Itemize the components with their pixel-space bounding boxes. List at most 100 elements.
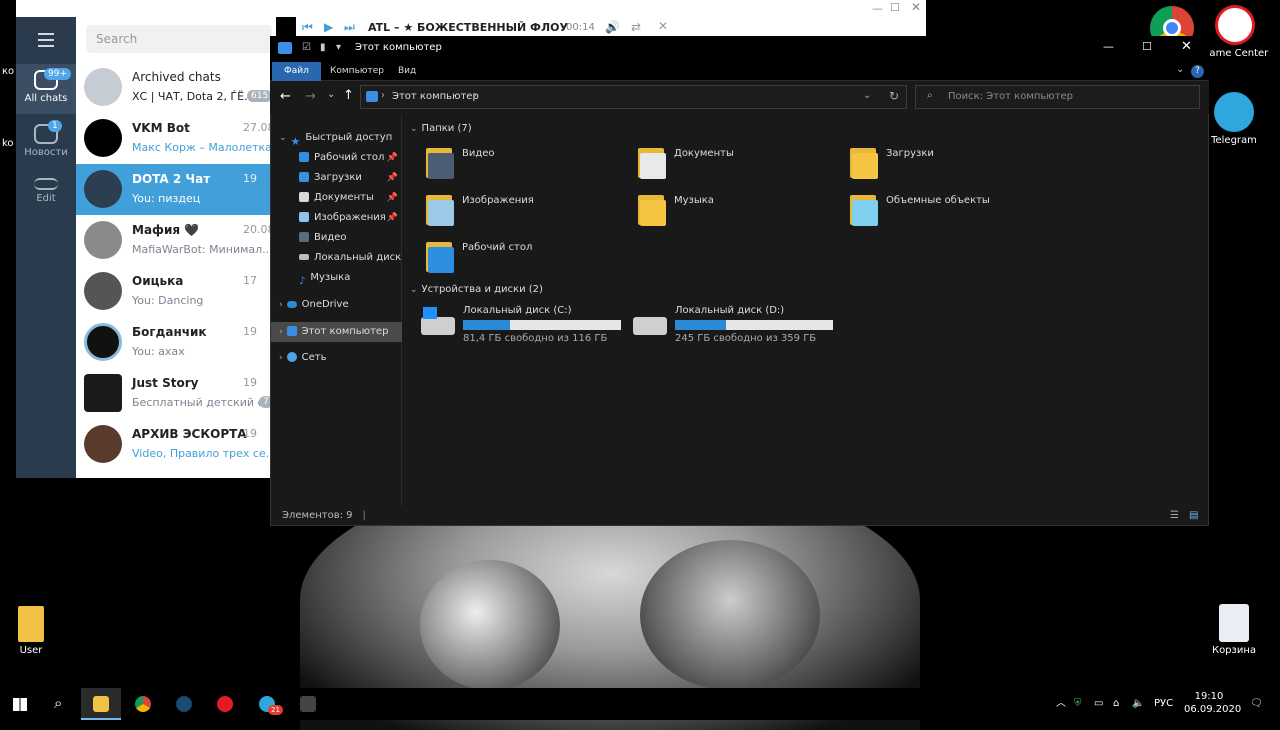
folders-group-header[interactable]: ⌄ Папки (7) bbox=[410, 123, 472, 134]
notifications-icon[interactable]: 🗨 bbox=[1250, 688, 1263, 720]
chat-item[interactable]: АРХИВ ЭСКОРТА Video, Правило трех се... … bbox=[76, 419, 276, 470]
folder-item-3d-objects[interactable]: Объемные объекты bbox=[848, 192, 1058, 236]
user-desktop-icon[interactable]: User bbox=[0, 606, 67, 656]
chat-preview: ХС | ЧАТ, Dota 2, ЃЁ... bbox=[132, 90, 255, 103]
taskbar-world-of-tanks[interactable] bbox=[288, 688, 328, 720]
clock[interactable]: 19:10 06.09.2020 bbox=[1184, 690, 1241, 716]
nav-documents[interactable]: Документы 📌 bbox=[271, 188, 402, 208]
maximize-icon[interactable]: ☐ bbox=[890, 1, 900, 14]
language-indicator[interactable]: РУС bbox=[1154, 688, 1173, 720]
breadcrumb-separator-icon[interactable]: › bbox=[473, 90, 477, 101]
close-icon[interactable]: ✕ bbox=[1181, 39, 1192, 54]
chat-item[interactable]: Just Story Бесплатный детский с... 19 7 bbox=[76, 368, 276, 419]
nav-desktop[interactable]: Рабочий стол 📌 bbox=[271, 148, 402, 168]
properties-icon[interactable]: ☑ bbox=[302, 42, 311, 53]
battery-icon[interactable]: ▭ bbox=[1094, 688, 1103, 720]
nav-local-disk-d[interactable]: Локальный диск (D bbox=[271, 248, 402, 268]
volume-icon[interactable]: 🔊 bbox=[605, 20, 620, 34]
close-player-icon[interactable]: ✕ bbox=[658, 19, 668, 33]
folder-item-videos[interactable]: Видео bbox=[424, 145, 634, 189]
chat-item[interactable]: VKM Bot Макс Корж – Малолетка 27.08 bbox=[76, 113, 276, 164]
pin-icon[interactable]: 📌 bbox=[387, 148, 398, 168]
nav-videos[interactable]: Видео bbox=[271, 228, 402, 248]
chat-item[interactable]: Богданчик You: ахах 19 bbox=[76, 317, 276, 368]
search-button[interactable]: ⌕ bbox=[40, 688, 80, 720]
taskbar-chrome[interactable] bbox=[123, 688, 163, 720]
clock-time: 19:10 bbox=[1194, 691, 1224, 702]
sidebar-item-all-chats[interactable]: 99+ All chats bbox=[16, 64, 76, 114]
security-shield-icon[interactable]: ⛨ bbox=[1074, 688, 1082, 720]
nav-quick-access[interactable]: ⌄ ★ Быстрый доступ bbox=[271, 128, 402, 148]
up-arrow-icon[interactable]: ↑ bbox=[343, 88, 354, 103]
minimize-icon[interactable]: — bbox=[872, 2, 883, 15]
taskbar-telegram[interactable]: 21 bbox=[247, 688, 287, 720]
drive-item-d[interactable]: Локальный диск (D:) 245 ГБ свободно из 3… bbox=[633, 303, 833, 347]
explorer-title-bar[interactable]: ☑ ▮ ▾ Этот компьютер — ☐ ✕ bbox=[270, 36, 1209, 62]
explorer-search-input[interactable]: ⌕ Поиск: Этот компьютер bbox=[915, 85, 1200, 109]
details-view-icon[interactable]: ☰ bbox=[1170, 506, 1179, 525]
quick-access-dropdown-icon[interactable]: ▾ bbox=[336, 42, 341, 53]
play-icon[interactable]: ▶ bbox=[324, 20, 333, 34]
pin-icon[interactable]: 📌 bbox=[387, 168, 398, 188]
start-button[interactable] bbox=[0, 688, 40, 720]
tab-computer[interactable]: Компьютер bbox=[318, 62, 396, 81]
close-icon[interactable]: ✕ bbox=[911, 0, 921, 14]
volume-icon[interactable]: 🔈 bbox=[1132, 688, 1144, 720]
picture-icon bbox=[299, 212, 309, 222]
network-icon[interactable]: ⌂ bbox=[1113, 688, 1119, 720]
devices-group-header[interactable]: ⌄ Устройства и диски (2) bbox=[410, 284, 543, 295]
avatar bbox=[84, 119, 122, 157]
taskbar-steam[interactable] bbox=[164, 688, 204, 720]
nav-network[interactable]: › Сеть bbox=[271, 348, 402, 368]
folder-item-music[interactable]: Музыка bbox=[636, 192, 846, 236]
folder-item-desktop[interactable]: Рабочий стол bbox=[424, 239, 634, 283]
sidebar-item-news[interactable]: 1 Новости bbox=[16, 118, 76, 164]
next-track-icon[interactable]: ⏭ bbox=[344, 20, 355, 35]
cloud-icon bbox=[286, 300, 297, 308]
nav-this-pc[interactable]: › Этот компьютер bbox=[271, 322, 402, 342]
large-icons-view-icon[interactable]: ▤ bbox=[1189, 506, 1198, 525]
refresh-icon[interactable]: ↻ bbox=[889, 89, 899, 103]
back-arrow-icon[interactable]: ← bbox=[280, 89, 291, 104]
maximize-icon[interactable]: ☐ bbox=[1142, 40, 1152, 53]
taskbar-game-center[interactable] bbox=[205, 688, 245, 720]
pin-icon[interactable]: 📌 bbox=[387, 208, 398, 228]
address-bar[interactable]: › Этот компьютер › ⌄ ↻ bbox=[360, 85, 907, 109]
recycle-bin-desktop-icon[interactable]: Корзина bbox=[1198, 604, 1270, 656]
drive-item-c[interactable]: Локальный диск (C:) 81,4 ГБ свободно из … bbox=[421, 303, 621, 347]
previous-track-icon[interactable]: ⏮ bbox=[302, 20, 313, 35]
recent-locations-icon[interactable]: ⌄ bbox=[327, 89, 335, 100]
breadcrumb[interactable]: Этот компьютер bbox=[392, 91, 479, 102]
game-center-desktop-icon[interactable]: Game Center bbox=[1199, 5, 1271, 59]
sidebar-item-edit[interactable]: Edit bbox=[16, 172, 76, 218]
chat-name: Оицька bbox=[132, 274, 184, 288]
tab-view[interactable]: Вид bbox=[386, 62, 428, 81]
address-dropdown-icon[interactable]: ⌄ bbox=[863, 90, 871, 101]
taskbar-explorer[interactable] bbox=[81, 688, 121, 720]
minimize-icon[interactable]: — bbox=[1103, 40, 1114, 53]
pin-icon[interactable]: 📌 bbox=[387, 188, 398, 208]
expand-ribbon-icon[interactable]: ⌄ bbox=[1176, 64, 1184, 75]
tab-file[interactable]: Файл bbox=[272, 62, 321, 81]
telegram-title-bar[interactable]: — ☐ ✕ bbox=[16, 0, 926, 17]
show-hidden-icons[interactable]: ︿ bbox=[1056, 688, 1066, 720]
chat-item-active[interactable]: DOTA 2 Чат You: пиздец 19 bbox=[76, 164, 276, 215]
chat-item[interactable]: Оицька You: Dancing 17 bbox=[76, 266, 276, 317]
repeat-icon[interactable]: ⇄ bbox=[631, 20, 641, 34]
folder-item-downloads[interactable]: Загрузки bbox=[848, 145, 1058, 189]
nav-pictures[interactable]: Изображения 📌 bbox=[271, 208, 402, 228]
help-icon[interactable]: ? bbox=[1191, 65, 1204, 78]
forward-arrow-icon[interactable]: → bbox=[305, 89, 316, 104]
chat-item-archived[interactable]: Archived chats ХС | ЧАТ, Dota 2, ЃЁ... 6… bbox=[76, 62, 276, 113]
chat-name: Archived chats bbox=[132, 70, 221, 84]
folder-item-pictures[interactable]: Изображения bbox=[424, 192, 634, 236]
telegram-search-input[interactable]: Search bbox=[86, 25, 272, 53]
folder-item-documents[interactable]: Документы bbox=[636, 145, 846, 189]
nav-downloads[interactable]: Загрузки 📌 bbox=[271, 168, 402, 188]
nav-music[interactable]: ♪ Музыка bbox=[271, 268, 402, 288]
chat-item[interactable]: Мафия 🖤 MafiaWarBot: Минимал... 20.08 bbox=[76, 215, 276, 266]
nav-onedrive[interactable]: › OneDrive bbox=[271, 295, 402, 315]
hamburger-menu-icon[interactable] bbox=[38, 33, 54, 47]
new-folder-icon[interactable]: ▮ bbox=[320, 42, 326, 53]
desktop-edge-label: ko bbox=[2, 138, 14, 149]
